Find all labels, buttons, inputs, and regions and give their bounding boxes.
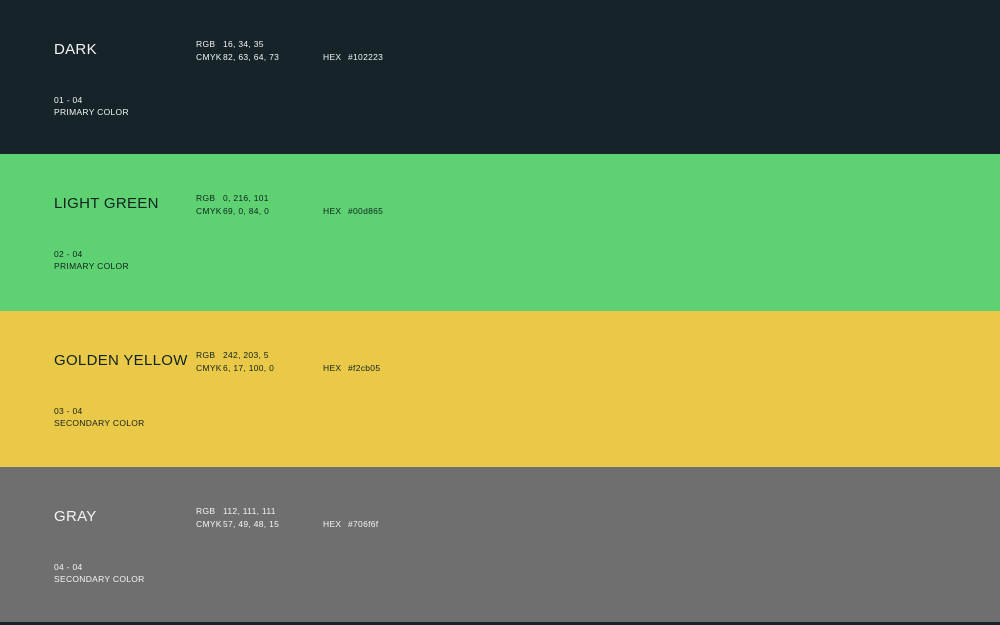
cmyk-label: CMYK <box>196 362 223 375</box>
cmyk-row: CMYK69, 0, 84, 0 <box>196 205 269 218</box>
cmyk-row: CMYK82, 63, 64, 73 <box>196 51 279 64</box>
hex-spec: HEX#102223 <box>323 51 383 64</box>
cmyk-label: CMYK <box>196 205 223 218</box>
hex-value: #f2cb05 <box>348 363 380 373</box>
color-name: GRAY <box>54 508 97 525</box>
cmyk-value: 6, 17, 100, 0 <box>223 363 274 373</box>
rgb-row: RGB242, 203, 5 <box>196 349 274 362</box>
hex-label: HEX <box>323 518 348 531</box>
hex-label: HEX <box>323 205 348 218</box>
color-specs: RGB242, 203, 5 CMYK6, 17, 100, 0 <box>196 349 274 374</box>
cmyk-label: CMYK <box>196 51 223 64</box>
cmyk-value: 82, 63, 64, 73 <box>223 52 279 62</box>
color-role: PRIMARY COLOR <box>54 262 129 271</box>
color-band-golden-yellow: GOLDEN YELLOW RGB242, 203, 5 CMYK6, 17, … <box>0 311 1000 467</box>
rgb-value: 242, 203, 5 <box>223 350 269 360</box>
rgb-label: RGB <box>196 38 223 51</box>
cmyk-label: CMYK <box>196 518 223 531</box>
rgb-row: RGB112, 111, 111 <box>196 505 279 518</box>
color-role: PRIMARY COLOR <box>54 108 129 117</box>
cmyk-value: 69, 0, 84, 0 <box>223 206 269 216</box>
rgb-row: RGB16, 34, 35 <box>196 38 279 51</box>
hex-label: HEX <box>323 51 348 64</box>
color-role: SECONDARY COLOR <box>54 419 145 428</box>
rgb-row: RGB0, 216, 101 <box>196 192 269 205</box>
color-band-gray: GRAY RGB112, 111, 111 CMYK57, 49, 48, 15… <box>0 467 1000 622</box>
color-index: 02 - 04 <box>54 250 83 259</box>
hex-spec: HEX#f2cb05 <box>323 362 380 375</box>
color-specs: RGB0, 216, 101 CMYK69, 0, 84, 0 <box>196 192 269 217</box>
rgb-label: RGB <box>196 349 223 362</box>
hex-spec: HEX#00d865 <box>323 205 383 218</box>
color-band-light-green: LIGHT GREEN RGB0, 216, 101 CMYK69, 0, 84… <box>0 154 1000 311</box>
hex-spec: HEX#706f6f <box>323 518 378 531</box>
hex-value: #706f6f <box>348 519 378 529</box>
rgb-value: 16, 34, 35 <box>223 39 264 49</box>
color-index: 04 - 04 <box>54 563 83 572</box>
color-name: DARK <box>54 41 97 58</box>
hex-value: #00d865 <box>348 206 383 216</box>
color-specs: RGB112, 111, 111 CMYK57, 49, 48, 15 <box>196 505 279 530</box>
color-specs: RGB16, 34, 35 CMYK82, 63, 64, 73 <box>196 38 279 63</box>
color-name: LIGHT GREEN <box>54 195 159 212</box>
cmyk-value: 57, 49, 48, 15 <box>223 519 279 529</box>
color-palette-sheet: DARK RGB16, 34, 35 CMYK82, 63, 64, 73 HE… <box>0 0 1000 625</box>
hex-value: #102223 <box>348 52 383 62</box>
cmyk-row: CMYK6, 17, 100, 0 <box>196 362 274 375</box>
color-index: 01 - 04 <box>54 96 83 105</box>
color-band-dark: DARK RGB16, 34, 35 CMYK82, 63, 64, 73 HE… <box>0 0 1000 154</box>
rgb-label: RGB <box>196 192 223 205</box>
hex-label: HEX <box>323 362 348 375</box>
rgb-label: RGB <box>196 505 223 518</box>
color-role: SECONDARY COLOR <box>54 575 145 584</box>
rgb-value: 112, 111, 111 <box>223 506 276 516</box>
color-index: 03 - 04 <box>54 407 83 416</box>
color-name: GOLDEN YELLOW <box>54 352 188 369</box>
rgb-value: 0, 216, 101 <box>223 193 269 203</box>
cmyk-row: CMYK57, 49, 48, 15 <box>196 518 279 531</box>
